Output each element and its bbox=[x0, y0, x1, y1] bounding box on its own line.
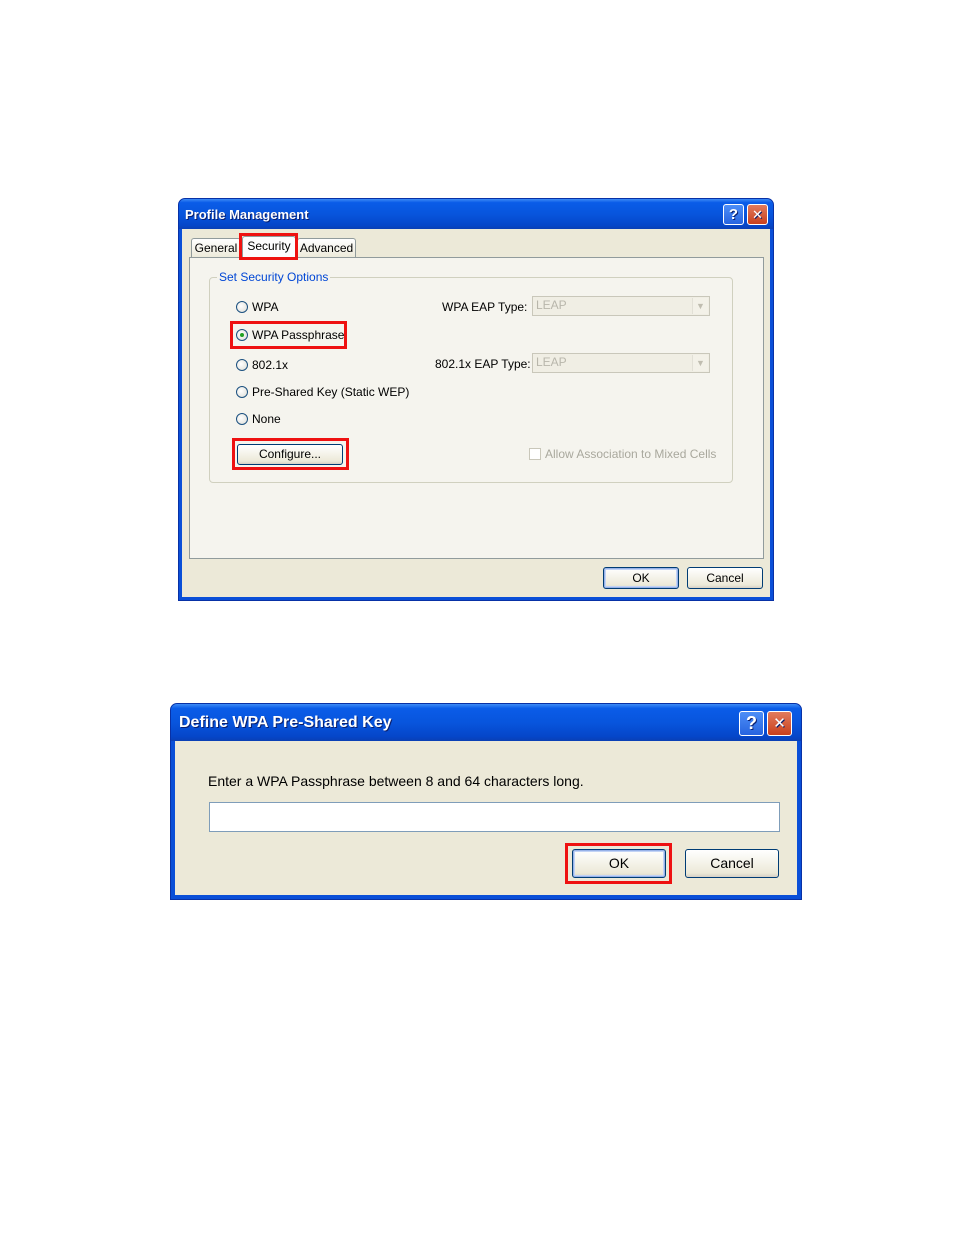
radio-label: Pre-Shared Key (Static WEP) bbox=[252, 385, 410, 399]
checkbox-label: Allow Association to Mixed Cells bbox=[545, 447, 717, 461]
define-psk-client: Enter a WPA Passphrase between 8 and 64 … bbox=[175, 741, 797, 895]
close-icon[interactable]: ✕ bbox=[767, 711, 792, 736]
profile-management-titlebar[interactable]: Profile Management ? ✕ bbox=[179, 199, 773, 229]
radio-label: WPA Passphrase bbox=[252, 328, 345, 342]
radio-label: 802.1x bbox=[252, 358, 289, 372]
wpa-eap-type-label: WPA EAP Type: bbox=[442, 300, 528, 314]
radio-checked-icon[interactable] bbox=[236, 329, 248, 341]
radio-wpa-passphrase[interactable]: WPA Passphrase bbox=[236, 328, 344, 342]
dot1x-eap-type-label: 802.1x EAP Type: bbox=[435, 357, 531, 371]
profile-management-dialog: Profile Management ? ✕ General Security … bbox=[178, 198, 774, 601]
dialog-title: Define WPA Pre-Shared Key bbox=[179, 714, 392, 731]
help-icon[interactable]: ? bbox=[723, 204, 744, 225]
checkbox-icon bbox=[529, 448, 541, 460]
select-value: LEAP bbox=[536, 298, 567, 312]
radio-circle-icon[interactable] bbox=[236, 413, 248, 425]
define-psk-dialog: Define WPA Pre-Shared Key ? ✕ Enter a WP… bbox=[170, 703, 802, 900]
chevron-down-icon: ▼ bbox=[692, 355, 708, 371]
radio-circle-icon[interactable] bbox=[236, 359, 248, 371]
profile-management-client: General Security Advanced Set Security O… bbox=[182, 229, 770, 597]
wpa-eap-type-select: LEAP ▼ bbox=[532, 296, 710, 316]
radio-label: None bbox=[252, 412, 281, 426]
radio-802-1x[interactable]: 802.1x bbox=[236, 358, 288, 372]
select-value: LEAP bbox=[536, 355, 567, 369]
chevron-down-icon: ▼ bbox=[692, 298, 708, 314]
passphrase-prompt: Enter a WPA Passphrase between 8 and 64 … bbox=[208, 773, 584, 789]
psk-cancel-button[interactable]: Cancel bbox=[685, 849, 779, 878]
tab-general[interactable]: General bbox=[191, 238, 241, 258]
security-tab-pane: Set Security Options WPA WPA Passphrase … bbox=[189, 257, 764, 559]
radio-circle-icon[interactable] bbox=[236, 386, 248, 398]
help-icon[interactable]: ? bbox=[739, 711, 764, 736]
tab-advanced[interactable]: Advanced bbox=[297, 238, 356, 258]
close-icon[interactable]: ✕ bbox=[747, 204, 768, 225]
dialog-title: Profile Management bbox=[185, 207, 309, 222]
passphrase-input[interactable] bbox=[209, 802, 780, 832]
tab-security[interactable]: Security bbox=[242, 236, 296, 259]
radio-circle-icon[interactable] bbox=[236, 301, 248, 313]
configure-button[interactable]: Configure... bbox=[237, 444, 343, 465]
radio-none[interactable]: None bbox=[236, 412, 281, 426]
dot1x-eap-type-select: LEAP ▼ bbox=[532, 353, 710, 373]
define-psk-titlebar[interactable]: Define WPA Pre-Shared Key ? ✕ bbox=[171, 704, 801, 741]
group-label: Set Security Options bbox=[217, 270, 331, 284]
allow-mixed-cells-checkbox: Allow Association to Mixed Cells bbox=[529, 447, 716, 461]
ok-button[interactable]: OK bbox=[603, 567, 679, 589]
radio-pre-shared-key[interactable]: Pre-Shared Key (Static WEP) bbox=[236, 385, 409, 399]
radio-label: WPA bbox=[252, 300, 279, 314]
psk-ok-button[interactable]: OK bbox=[572, 849, 666, 878]
cancel-button[interactable]: Cancel bbox=[687, 567, 763, 589]
radio-wpa[interactable]: WPA bbox=[236, 300, 278, 314]
